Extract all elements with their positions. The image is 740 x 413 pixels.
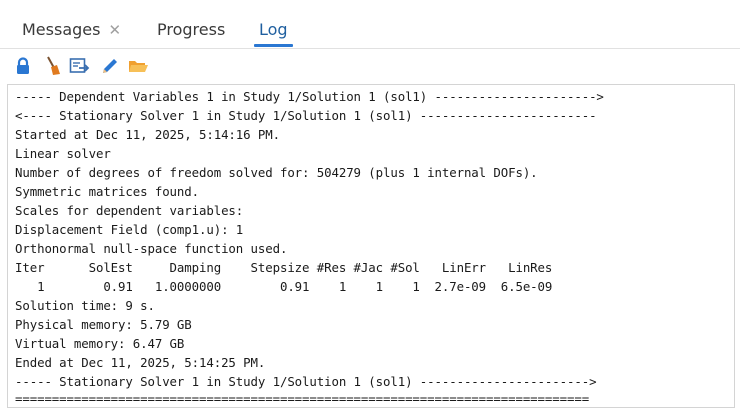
log-line: Iter SolEst Damping Stepsize #Res #Jac #…: [15, 260, 553, 275]
pencil-icon[interactable]: [99, 55, 121, 77]
tab-messages-label: Messages: [22, 20, 101, 39]
log-line: ----- Dependent Variables 1 in Study 1/S…: [15, 89, 604, 104]
close-icon[interactable]: ✕: [108, 21, 121, 39]
active-tab-indicator: [254, 44, 293, 47]
export-icon[interactable]: [68, 55, 90, 77]
lock-icon[interactable]: [12, 55, 34, 77]
log-line: ========================================…: [15, 391, 590, 406]
tab-progress-label: Progress: [157, 20, 226, 39]
log-line: Scales for dependent variables:: [15, 203, 244, 218]
tab-log[interactable]: Log: [254, 16, 293, 47]
log-output[interactable]: ----- Dependent Variables 1 in Study 1/S…: [7, 84, 735, 408]
log-line: Symmetric matrices found.: [15, 184, 199, 199]
log-line: <---- Stationary Solver 1 in Study 1/Sol…: [15, 108, 597, 123]
tab-log-label: Log: [259, 20, 288, 39]
tab-messages[interactable]: Messages ✕: [22, 16, 121, 44]
log-line: Solution time: 9 s.: [15, 298, 155, 313]
log-line: Orthonormal null-space function used.: [15, 241, 288, 256]
log-line: Ended at Dec 11, 2025, 5:14:25 PM.: [15, 355, 266, 370]
log-line: Linear solver: [15, 146, 111, 161]
log-line: Started at Dec 11, 2025, 5:14:16 PM.: [15, 127, 280, 142]
log-line: Virtual memory: 6.47 GB: [15, 336, 185, 351]
log-line: Displacement Field (comp1.u): 1: [15, 222, 244, 237]
log-toolbar: [0, 49, 740, 83]
log-line: 1 0.91 1.0000000 0.91 1 1 1 2.7e-09 6.5e…: [15, 279, 553, 294]
log-line: Number of degrees of freedom solved for:…: [15, 165, 538, 180]
tab-progress[interactable]: Progress: [157, 16, 225, 44]
tab-bar: Messages ✕ Progress Log: [0, 0, 740, 49]
broom-icon[interactable]: [42, 55, 64, 77]
folder-icon[interactable]: [127, 55, 149, 77]
log-line: Physical memory: 5.79 GB: [15, 317, 192, 332]
